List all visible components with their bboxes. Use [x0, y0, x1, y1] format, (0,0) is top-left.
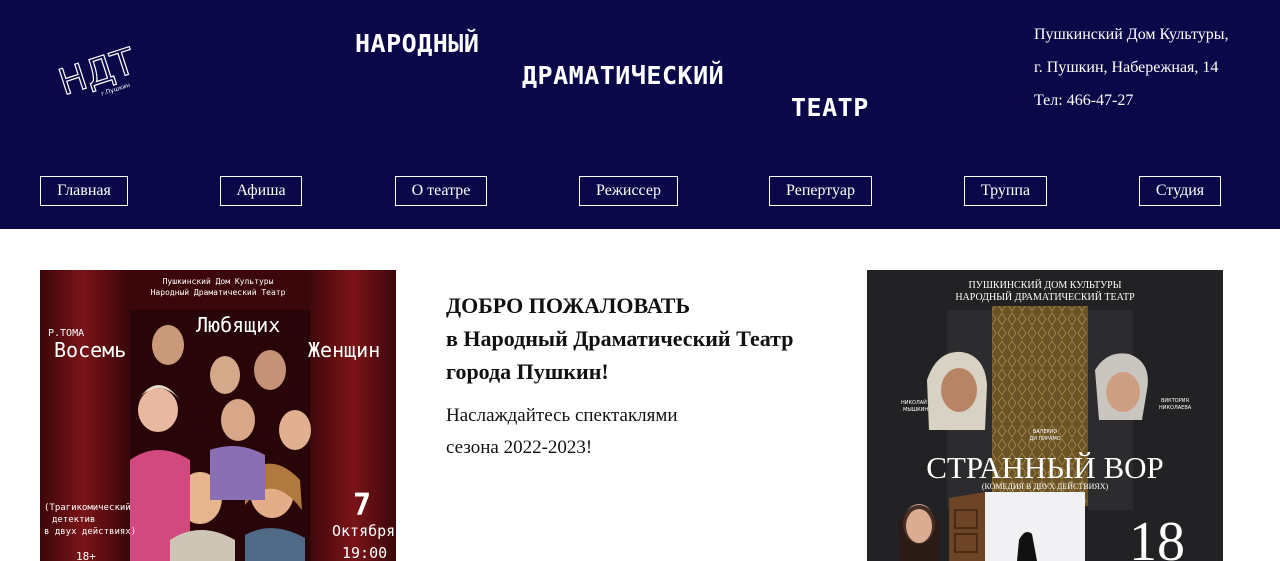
- welcome-text: Наслаждайтесь спектаклями сезона 2022-20…: [446, 400, 846, 464]
- contact-venue: Пушкинский Дом Культуры,: [1034, 26, 1229, 43]
- actor-center-name-1: ВАЛЕРИО: [1033, 429, 1058, 435]
- poster-left-top-2: Народный Драматический Театр: [151, 288, 286, 297]
- contact-phone: Тел: 466-47-27: [1034, 92, 1134, 109]
- welcome-heading: ДОБРО ПОЖАЛОВАТЬ в Народный Драматически…: [446, 289, 846, 388]
- poster-left-title-3: Женщин: [308, 338, 380, 362]
- welcome-text-line-2: сезона 2022-2023!: [446, 437, 593, 458]
- site-title-word-1: НАРОДНЫЙ: [355, 29, 480, 58]
- site-header: НДТ г.Пушкин НАРОДНЫЙ ДРАМАТИЧЕСКИЙ ТЕАТ…: [0, 0, 1280, 229]
- contact-info: Пушкинский Дом Культуры, г. Пушкин, Набе…: [1034, 18, 1228, 117]
- actor-left-name-2: МЫШКИН: [903, 407, 928, 413]
- poster-strange-thief[interactable]: ПУШКИНСКИЙ ДОМ КУЛЬТУРЫ НАРОДНЫЙ ДРАМАТИ…: [867, 270, 1223, 561]
- nav-repertoire[interactable]: Репертуар: [769, 176, 872, 206]
- nav-studio[interactable]: Студия: [1139, 176, 1221, 206]
- nav-director[interactable]: Режиссер: [579, 176, 678, 206]
- welcome-block: ДОБРО ПОЖАЛОВАТЬ в Народный Драматически…: [446, 289, 846, 464]
- logo-text: НДТ: [54, 41, 141, 104]
- actor-center-name-2: ДИ ПИРАМО: [1029, 436, 1060, 442]
- actor-left-name-1: НИКОЛАЙ: [901, 399, 927, 406]
- poster-right-top-1: ПУШКИНСКИЙ ДОМ КУЛЬТУРЫ: [969, 279, 1122, 291]
- poster-left-month: Октября: [332, 522, 395, 540]
- site-title-word-2: ДРАМАТИЧЕСКИЙ: [522, 61, 725, 90]
- poster-left-genre-2: детектив: [52, 515, 95, 525]
- welcome-heading-line-2: в Народный Драматический Театр: [446, 326, 794, 351]
- poster-left-genre-3: в двух действиях): [44, 527, 136, 537]
- welcome-heading-line-3: города Пушкин!: [446, 359, 609, 384]
- poster-left-day: 7: [353, 488, 371, 523]
- poster-right-top-2: НАРОДНЫЙ ДРАМАТИЧЕСКИЙ ТЕАТР: [955, 291, 1135, 303]
- welcome-text-line-1: Наслаждайтесь спектаклями: [446, 405, 678, 426]
- nav-afisha[interactable]: Афиша: [220, 176, 302, 206]
- site-title-word-3: ТЕАТР: [791, 93, 869, 122]
- poster-left-age: 18+: [76, 550, 96, 561]
- nav-home[interactable]: Главная: [40, 176, 128, 206]
- poster-eight-women[interactable]: Пушкинский Дом Культуры Народный Драмати…: [40, 270, 396, 561]
- poster-left-genre-1: (Трагикомический: [44, 503, 131, 513]
- poster-strange-thief-art: ПУШКИНСКИЙ ДОМ КУЛЬТУРЫ НАРОДНЫЙ ДРАМАТИ…: [867, 270, 1223, 561]
- poster-right-day: 18: [1129, 511, 1185, 561]
- poster-eight-women-art: Пушкинский Дом Культуры Народный Драмати…: [40, 270, 396, 561]
- welcome-heading-line-1: ДОБРО ПОЖАЛОВАТЬ: [446, 293, 690, 318]
- poster-left-title-1: Восемь: [54, 338, 126, 362]
- actor-right-name-1: ВИКТОРИЯ: [1161, 398, 1189, 404]
- nav-troupe[interactable]: Труппа: [964, 176, 1047, 206]
- poster-left-time: 19:00: [342, 544, 387, 561]
- poster-left-title-2: Любящих: [196, 313, 280, 337]
- actor-right-name-2: НИКОЛАЕВА: [1159, 405, 1192, 411]
- nav-about[interactable]: О театре: [395, 176, 487, 206]
- contact-address: г. Пушкин, Набережная, 14: [1034, 59, 1219, 76]
- poster-right-subtitle: (КОМЕДИЯ В ДВУХ ДЕЙСТВИЯХ): [982, 482, 1109, 491]
- poster-right-title: СТРАННЫЙ ВОР: [926, 450, 1164, 485]
- theatre-logo[interactable]: НДТ г.Пушкин: [52, 36, 142, 106]
- poster-left-top-1: Пушкинский Дом Культуры: [163, 277, 274, 286]
